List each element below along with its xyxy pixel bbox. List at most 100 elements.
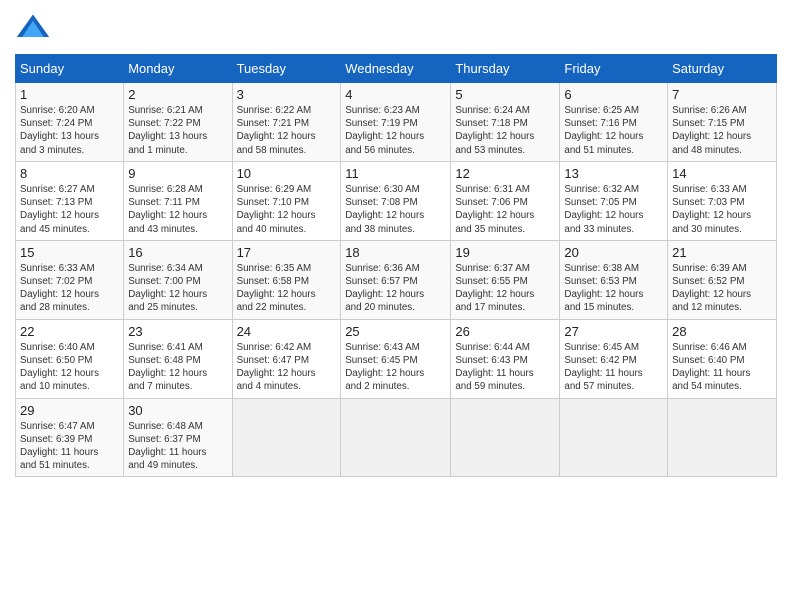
- day-info: Sunrise: 6:28 AM Sunset: 7:11 PM Dayligh…: [128, 183, 227, 236]
- day-cell: 14 Sunrise: 6:33 AM Sunset: 7:03 PM Dayli…: [668, 161, 777, 240]
- day-cell: 9Sunrise: 6:28 AM Sunset: 7:11 PM Daylig…: [124, 161, 232, 240]
- day-cell: 10Sunrise: 6:29 AM Sunset: 7:10 PM Dayli…: [232, 161, 341, 240]
- day-info: Sunrise: 6:23 AM Sunset: 7:19 PM Dayligh…: [345, 104, 446, 157]
- day-number: 29: [20, 403, 119, 418]
- day-info: Sunrise: 6:20 AM Sunset: 7:24 PM Dayligh…: [20, 104, 119, 157]
- day-number: 25: [345, 324, 446, 339]
- day-cell: 25 Sunrise: 6:43 AM Sunset: 6:45 PM Dayli…: [341, 319, 451, 398]
- day-cell: 27Sunrise: 6:45 AM Sunset: 6:42 PM Dayli…: [560, 319, 668, 398]
- weekday-monday: Monday: [124, 55, 232, 83]
- week-row-2: 8 Sunrise: 6:27 AM Sunset: 7:13 PM Daylig…: [16, 161, 777, 240]
- day-cell: [341, 398, 451, 477]
- calendar-header: SundayMondayTuesdayWednesdayThursdayFrid…: [16, 55, 777, 83]
- day-number: 7: [672, 87, 772, 102]
- day-number: 8: [20, 166, 119, 181]
- day-cell: 11 Sunrise: 6:30 AM Sunset: 7:08 PM Dayli…: [341, 161, 451, 240]
- weekday-wednesday: Wednesday: [341, 55, 451, 83]
- day-info: Sunrise: 6:36 AM Sunset: 6:57 PM Dayligh…: [345, 262, 446, 315]
- day-cell: 28 Sunrise: 6:46 AM Sunset: 6:40 PM Dayli…: [668, 319, 777, 398]
- day-cell: 5 Sunrise: 6:24 AM Sunset: 7:18 PM Daylig…: [451, 83, 560, 162]
- day-info: Sunrise: 6:42 AM Sunset: 6:47 PM Dayligh…: [237, 341, 337, 394]
- day-number: 21: [672, 245, 772, 260]
- week-row-5: 29 Sunrise: 6:47 AM Sunset: 6:39 PM Dayli…: [16, 398, 777, 477]
- day-cell: 3Sunrise: 6:22 AM Sunset: 7:21 PM Daylig…: [232, 83, 341, 162]
- calendar: SundayMondayTuesdayWednesdayThursdayFrid…: [15, 54, 777, 477]
- day-number: 30: [128, 403, 227, 418]
- day-cell: 24 Sunrise: 6:42 AM Sunset: 6:47 PM Dayli…: [232, 319, 341, 398]
- day-cell: 21 Sunrise: 6:39 AM Sunset: 6:52 PM Dayli…: [668, 240, 777, 319]
- page: SundayMondayTuesdayWednesdayThursdayFrid…: [0, 0, 792, 612]
- day-number: 13: [564, 166, 663, 181]
- day-cell: 4 Sunrise: 6:23 AM Sunset: 7:19 PM Daylig…: [341, 83, 451, 162]
- day-cell: [560, 398, 668, 477]
- day-info: Sunrise: 6:34 AM Sunset: 7:00 PM Dayligh…: [128, 262, 227, 315]
- day-number: 15: [20, 245, 119, 260]
- day-info: Sunrise: 6:43 AM Sunset: 6:45 PM Dayligh…: [345, 341, 446, 394]
- day-number: 23: [128, 324, 227, 339]
- day-cell: 15 Sunrise: 6:33 AM Sunset: 7:02 PM Dayli…: [16, 240, 124, 319]
- day-info: Sunrise: 6:21 AM Sunset: 7:22 PM Dayligh…: [128, 104, 227, 157]
- day-cell: 19 Sunrise: 6:37 AM Sunset: 6:55 PM Dayli…: [451, 240, 560, 319]
- logo-icon: [15, 10, 51, 46]
- weekday-row: SundayMondayTuesdayWednesdayThursdayFrid…: [16, 55, 777, 83]
- day-number: 18: [345, 245, 446, 260]
- day-number: 14: [672, 166, 772, 181]
- day-cell: 6 Sunrise: 6:25 AM Sunset: 7:16 PM Daylig…: [560, 83, 668, 162]
- day-number: 2: [128, 87, 227, 102]
- weekday-tuesday: Tuesday: [232, 55, 341, 83]
- header: [15, 10, 777, 46]
- day-info: Sunrise: 6:27 AM Sunset: 7:13 PM Dayligh…: [20, 183, 119, 236]
- weekday-sunday: Sunday: [16, 55, 124, 83]
- day-cell: 7Sunrise: 6:26 AM Sunset: 7:15 PM Daylig…: [668, 83, 777, 162]
- day-info: Sunrise: 6:30 AM Sunset: 7:08 PM Dayligh…: [345, 183, 446, 236]
- day-info: Sunrise: 6:31 AM Sunset: 7:06 PM Dayligh…: [455, 183, 555, 236]
- day-info: Sunrise: 6:29 AM Sunset: 7:10 PM Dayligh…: [237, 183, 337, 236]
- week-row-1: 1 Sunrise: 6:20 AM Sunset: 7:24 PM Daylig…: [16, 83, 777, 162]
- day-cell: 8 Sunrise: 6:27 AM Sunset: 7:13 PM Daylig…: [16, 161, 124, 240]
- day-cell: [668, 398, 777, 477]
- day-info: Sunrise: 6:47 AM Sunset: 6:39 PM Dayligh…: [20, 420, 119, 473]
- day-number: 16: [128, 245, 227, 260]
- day-info: Sunrise: 6:32 AM Sunset: 7:05 PM Dayligh…: [564, 183, 663, 236]
- day-number: 19: [455, 245, 555, 260]
- day-number: 24: [237, 324, 337, 339]
- day-info: Sunrise: 6:33 AM Sunset: 7:02 PM Dayligh…: [20, 262, 119, 315]
- day-cell: 30Sunrise: 6:48 AM Sunset: 6:37 PM Dayli…: [124, 398, 232, 477]
- day-cell: 20Sunrise: 6:38 AM Sunset: 6:53 PM Dayli…: [560, 240, 668, 319]
- day-number: 1: [20, 87, 119, 102]
- day-info: Sunrise: 6:40 AM Sunset: 6:50 PM Dayligh…: [20, 341, 119, 394]
- day-cell: 29 Sunrise: 6:47 AM Sunset: 6:39 PM Dayli…: [16, 398, 124, 477]
- day-cell: 23 Sunrise: 6:41 AM Sunset: 6:48 PM Dayli…: [124, 319, 232, 398]
- day-info: Sunrise: 6:35 AM Sunset: 6:58 PM Dayligh…: [237, 262, 337, 315]
- day-info: Sunrise: 6:37 AM Sunset: 6:55 PM Dayligh…: [455, 262, 555, 315]
- weekday-thursday: Thursday: [451, 55, 560, 83]
- day-info: Sunrise: 6:24 AM Sunset: 7:18 PM Dayligh…: [455, 104, 555, 157]
- day-number: 28: [672, 324, 772, 339]
- day-cell: 1 Sunrise: 6:20 AM Sunset: 7:24 PM Daylig…: [16, 83, 124, 162]
- day-number: 22: [20, 324, 119, 339]
- week-row-3: 15 Sunrise: 6:33 AM Sunset: 7:02 PM Dayli…: [16, 240, 777, 319]
- day-number: 20: [564, 245, 663, 260]
- day-number: 26: [455, 324, 555, 339]
- day-number: 17: [237, 245, 337, 260]
- day-info: Sunrise: 6:45 AM Sunset: 6:42 PM Dayligh…: [564, 341, 663, 394]
- day-info: Sunrise: 6:25 AM Sunset: 7:16 PM Dayligh…: [564, 104, 663, 157]
- day-number: 5: [455, 87, 555, 102]
- calendar-body: 1 Sunrise: 6:20 AM Sunset: 7:24 PM Daylig…: [16, 83, 777, 477]
- day-cell: 22 Sunrise: 6:40 AM Sunset: 6:50 PM Dayli…: [16, 319, 124, 398]
- day-number: 6: [564, 87, 663, 102]
- day-info: Sunrise: 6:44 AM Sunset: 6:43 PM Dayligh…: [455, 341, 555, 394]
- day-number: 11: [345, 166, 446, 181]
- day-cell: 16 Sunrise: 6:34 AM Sunset: 7:00 PM Dayli…: [124, 240, 232, 319]
- day-info: Sunrise: 6:39 AM Sunset: 6:52 PM Dayligh…: [672, 262, 772, 315]
- day-cell: [451, 398, 560, 477]
- day-number: 4: [345, 87, 446, 102]
- day-info: Sunrise: 6:41 AM Sunset: 6:48 PM Dayligh…: [128, 341, 227, 394]
- day-info: Sunrise: 6:33 AM Sunset: 7:03 PM Dayligh…: [672, 183, 772, 236]
- day-info: Sunrise: 6:22 AM Sunset: 7:21 PM Dayligh…: [237, 104, 337, 157]
- weekday-saturday: Saturday: [668, 55, 777, 83]
- weekday-friday: Friday: [560, 55, 668, 83]
- day-info: Sunrise: 6:46 AM Sunset: 6:40 PM Dayligh…: [672, 341, 772, 394]
- logo: [15, 10, 55, 46]
- day-cell: 17 Sunrise: 6:35 AM Sunset: 6:58 PM Dayli…: [232, 240, 341, 319]
